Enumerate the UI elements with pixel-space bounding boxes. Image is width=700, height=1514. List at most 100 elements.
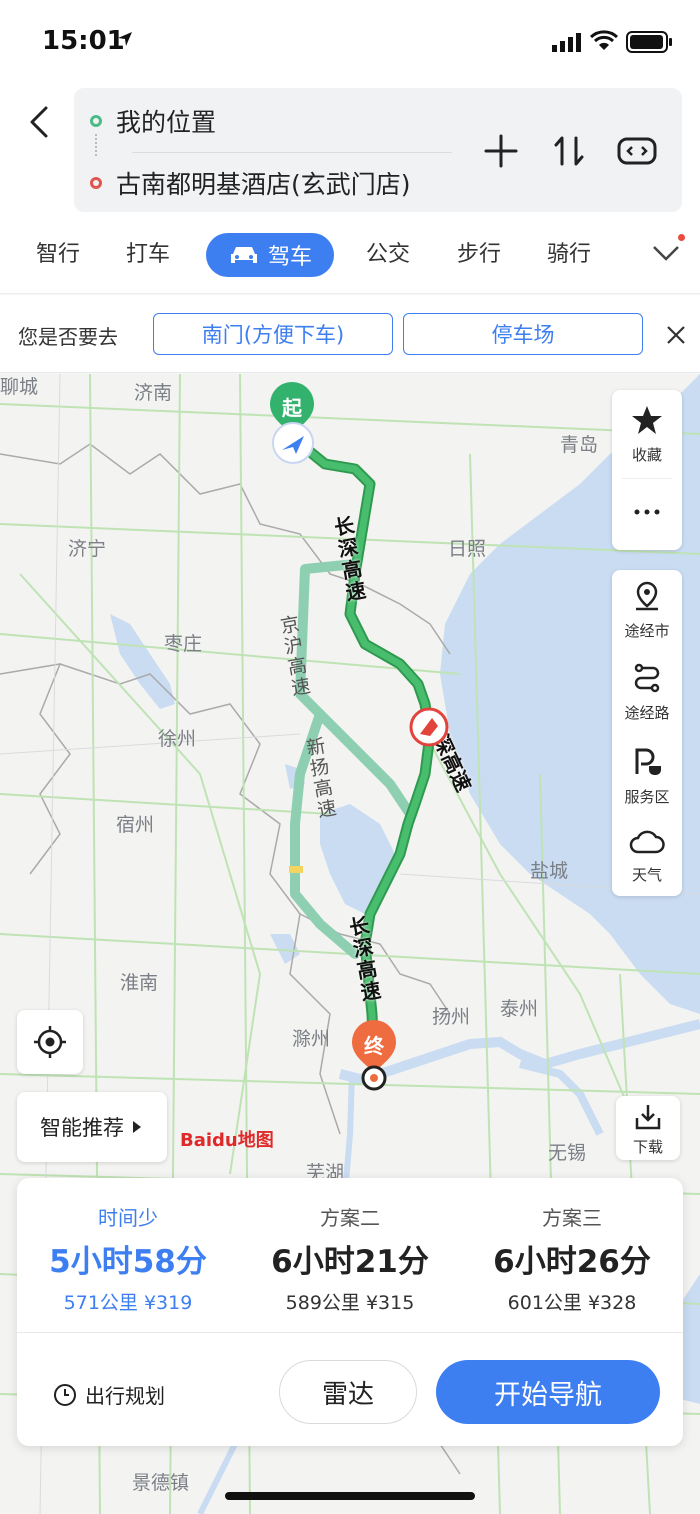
radar-button[interactable]: 雷达 xyxy=(279,1360,417,1424)
tab-drive[interactable]: 驾车 xyxy=(206,233,334,277)
city-qingdao[interactable]: 青岛 xyxy=(560,430,598,457)
swap-icon[interactable] xyxy=(548,130,590,172)
clock-icon xyxy=(54,1383,76,1406)
close-icon[interactable] xyxy=(664,323,688,347)
destination-dot-icon xyxy=(90,177,102,189)
suggestion-south-gate[interactable]: 南门(方便下车) xyxy=(153,313,393,355)
warning-marker-icon[interactable] xyxy=(408,706,450,748)
baidu-logo: Baidu地图 xyxy=(180,1126,274,1152)
plan-name: 方案二 xyxy=(320,1206,380,1230)
favorite-button[interactable]: 收藏 xyxy=(612,404,682,465)
city-rizhao[interactable]: 日照 xyxy=(448,534,486,561)
destination-field[interactable]: 古南都明基酒店(玄武门店) xyxy=(90,158,411,208)
more-button[interactable] xyxy=(612,500,682,528)
car-icon xyxy=(230,247,257,263)
start-navigation-button[interactable]: 开始导航 xyxy=(436,1360,660,1424)
city-wuxi[interactable]: 无锡 xyxy=(548,1138,586,1165)
card-divider xyxy=(17,1332,683,1333)
tab-smart[interactable]: 智行 xyxy=(36,236,80,268)
location-arrow-icon xyxy=(118,32,132,46)
star-icon xyxy=(632,406,662,434)
end-marker[interactable]: 终 xyxy=(350,1018,398,1091)
city-jingdezhen[interactable]: 景德镇 xyxy=(132,1468,189,1495)
city-yancheng[interactable]: 盐城 xyxy=(530,856,568,883)
smart-recommend-label: 智能推荐 xyxy=(40,1116,124,1140)
more-icon xyxy=(634,509,660,515)
origin-dot-icon xyxy=(90,115,102,127)
route-input-box: 我的位置 古南都明基酒店(玄武门店) xyxy=(74,88,682,212)
add-waypoint-icon[interactable] xyxy=(480,130,522,172)
via-city-label: 途经市 xyxy=(624,622,670,640)
end-marker-label: 终 xyxy=(364,1034,384,1058)
plan-time: 6小时26分 xyxy=(493,1244,651,1280)
city-liaocheng[interactable]: 聊城 xyxy=(0,374,38,399)
plan-detail: 589公里 ¥315 xyxy=(285,1292,415,1314)
status-bar: 15:01 xyxy=(0,0,700,86)
service-area-button[interactable]: 服务区 xyxy=(612,746,682,807)
city-jinan[interactable]: 济南 xyxy=(134,378,172,405)
side-panel-tools: 途经市 途经路 服务区 天气 xyxy=(612,570,682,896)
favorite-label: 收藏 xyxy=(631,446,662,464)
battery-icon xyxy=(626,31,672,53)
via-road-button[interactable]: 途经路 xyxy=(612,662,682,723)
caret-right-icon xyxy=(133,1121,141,1133)
city-suzhou-anhui[interactable]: 宿州 xyxy=(116,810,154,837)
via-city-button[interactable]: 途经市 xyxy=(612,580,682,641)
city-zaozhuang[interactable]: 枣庄 xyxy=(164,629,202,656)
plan-name: 方案三 xyxy=(542,1206,602,1230)
cloud-icon xyxy=(629,830,665,854)
via-road-label: 途经路 xyxy=(624,704,670,722)
city-jining[interactable]: 济宁 xyxy=(68,534,106,561)
service-area-label: 服务区 xyxy=(624,788,670,806)
toggle-view-icon[interactable] xyxy=(616,130,658,172)
chevron-down-icon[interactable] xyxy=(652,244,680,262)
back-arrow-icon[interactable] xyxy=(22,104,58,140)
plan-detail: 601公里 ¥328 xyxy=(507,1292,637,1314)
tab-taxi[interactable]: 打车 xyxy=(126,236,170,268)
city-yangzhou[interactable]: 扬州 xyxy=(432,1002,470,1029)
home-indicator xyxy=(225,1492,475,1500)
route-connector xyxy=(95,134,97,156)
download-label: 下载 xyxy=(632,1138,663,1156)
download-icon xyxy=(635,1105,661,1130)
wifi-icon xyxy=(590,30,618,50)
tab-walk[interactable]: 步行 xyxy=(457,236,501,268)
current-location-arrow-icon xyxy=(272,422,314,464)
crosshair-icon xyxy=(34,1026,66,1058)
trip-plan-label: 出行规划 xyxy=(85,1384,165,1408)
tab-bike[interactable]: 骑行 xyxy=(547,236,591,268)
route-header: 我的位置 古南都明基酒店(玄武门店) xyxy=(0,86,700,220)
route-plans-card: 时间少 5小时58分 571公里 ¥319 方案二 6小时21分 589公里 ¥… xyxy=(17,1178,683,1446)
status-time: 15:01 xyxy=(42,26,125,56)
start-marker-label: 起 xyxy=(282,396,302,420)
suggestion-parking[interactable]: 停车场 xyxy=(403,313,643,355)
plan-option-1[interactable]: 时间少 5小时58分 571公里 ¥319 xyxy=(17,1178,239,1330)
download-button[interactable]: 下载 xyxy=(616,1096,680,1160)
travel-mode-tabs: 智行 打车 驾车 公交 步行 骑行 xyxy=(0,220,700,294)
cellular-signal-icon xyxy=(552,33,581,52)
locate-me-button[interactable] xyxy=(17,1010,83,1074)
origin-field[interactable]: 我的位置 xyxy=(90,96,216,146)
baidu-logo-text: Baidu地图 xyxy=(180,1130,274,1151)
tab-bus[interactable]: 公交 xyxy=(366,236,410,268)
destination-point-icon xyxy=(361,1065,387,1091)
destination-text: 古南都明基酒店(玄武门店) xyxy=(116,170,411,199)
origin-text: 我的位置 xyxy=(116,108,217,137)
destination-suggestion-bar: 您是否要去 南门(方便下车) 停车场 xyxy=(0,295,700,373)
tab-drive-label: 驾车 xyxy=(267,245,312,270)
plan-option-2[interactable]: 方案二 6小时21分 589公里 ¥315 xyxy=(239,1178,461,1330)
city-huainan[interactable]: 淮南 xyxy=(120,968,158,995)
plan-option-3[interactable]: 方案三 6小时26分 601公里 ¥328 xyxy=(461,1178,683,1330)
weather-button[interactable]: 天气 xyxy=(612,828,682,885)
parking-service-icon xyxy=(635,748,661,775)
plan-name: 时间少 xyxy=(98,1206,158,1230)
smart-recommend-button[interactable]: 智能推荐 xyxy=(17,1092,167,1162)
city-xuzhou[interactable]: 徐州 xyxy=(158,724,196,751)
trip-plan-button[interactable]: 出行规划 xyxy=(53,1380,165,1409)
weather-label: 天气 xyxy=(631,866,662,884)
notification-dot xyxy=(678,234,685,241)
city-taizhou[interactable]: 泰州 xyxy=(500,994,538,1021)
plan-time: 6小时21分 xyxy=(271,1244,429,1280)
city-chuzhou[interactable]: 滁州 xyxy=(292,1024,330,1051)
suggestion-question: 您是否要去 xyxy=(18,325,118,349)
